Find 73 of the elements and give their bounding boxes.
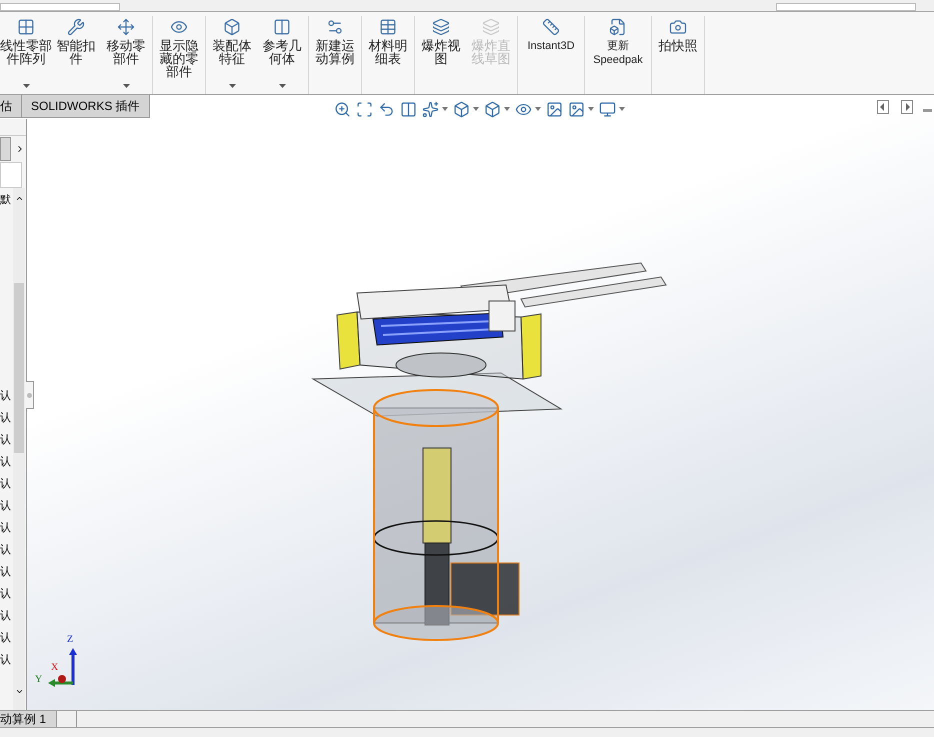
tree-item[interactable]: 默 <box>0 192 12 208</box>
axis-label: Y <box>35 675 42 685</box>
display-style-icon[interactable] <box>484 100 501 118</box>
plane-icon <box>273 18 291 36</box>
table-icon <box>379 18 397 36</box>
tab[interactable]: SOLIDWORKS 插件 <box>22 95 150 118</box>
tree-item[interactable]: 认 <box>0 586 12 608</box>
caret-icon[interactable] <box>618 107 625 111</box>
scroll-down-icon[interactable] <box>14 687 24 696</box>
search-field[interactable] <box>776 3 916 11</box>
tree-item[interactable]: 认 <box>0 410 12 432</box>
eye-icon <box>170 18 188 36</box>
layers-icon <box>432 18 450 36</box>
caret-icon[interactable] <box>228 84 236 88</box>
panel-left-icon[interactable] <box>877 100 889 114</box>
scroll-thumb[interactable] <box>14 283 24 453</box>
caret-icon[interactable] <box>472 107 479 111</box>
section-view-icon[interactable] <box>400 100 417 118</box>
ribbon-button[interactable]: 材料明细表 <box>363 16 413 94</box>
ribbon-button[interactable]: 显示隐藏的零部件 <box>154 16 204 94</box>
camera-icon <box>669 18 687 36</box>
tree-item[interactable]: 认 <box>0 476 12 498</box>
caret-icon[interactable] <box>534 107 541 111</box>
tree-item[interactable]: 认 <box>0 520 12 542</box>
ribbon-button[interactable]: 智能扣件 <box>51 16 101 94</box>
previous-view-icon[interactable] <box>378 100 395 118</box>
ribbon-button[interactable]: 拍快照 <box>653 16 703 94</box>
axis-label: Z <box>67 635 74 645</box>
monitor-icon[interactable] <box>598 100 616 118</box>
caret-icon[interactable] <box>588 107 594 111</box>
tree-item[interactable]: 认 <box>0 542 12 564</box>
ribbon-button[interactable]: 爆炸视图 <box>416 16 466 94</box>
panel-right-icon[interactable] <box>901 100 913 114</box>
splitter-handle[interactable] <box>26 381 34 409</box>
axis-label: X <box>51 663 58 673</box>
layers-icon <box>482 18 500 36</box>
ribbon-button[interactable]: 参考几何体 <box>257 16 307 94</box>
ribbon-button[interactable]: 线性零部件阵列 <box>1 16 51 94</box>
tab[interactable]: 估 <box>0 95 22 118</box>
tab[interactable]: 动算例 1 <box>0 711 58 727</box>
tree-item[interactable]: 认 <box>0 432 12 454</box>
ribbon-button[interactable]: 移动零部件 <box>101 16 151 94</box>
grid-pattern-icon <box>17 18 35 36</box>
view-orientation-icon[interactable] <box>452 100 470 118</box>
scroll-up-icon[interactable] <box>14 194 24 203</box>
caret-icon[interactable] <box>122 84 130 88</box>
axis-arrow-icon <box>47 647 77 687</box>
wrench-icon <box>67 18 85 36</box>
tree-item[interactable]: 认 <box>0 454 12 476</box>
zoom-area-icon[interactable] <box>356 100 373 118</box>
ribbon-button[interactable]: 新建运动算例 <box>310 16 360 94</box>
scrollbar[interactable] <box>13 188 25 710</box>
caret-icon[interactable] <box>442 107 448 111</box>
ribbon-button[interactable]: Instant3D <box>519 16 583 94</box>
cube-icon <box>609 18 627 36</box>
tree-item[interactable]: 认 <box>0 388 12 410</box>
zoom-fit-icon[interactable] <box>334 100 351 118</box>
tree-item[interactable]: 认 <box>0 564 12 586</box>
filter-field[interactable] <box>0 162 22 188</box>
move-icon <box>117 18 135 36</box>
cube-icon <box>223 18 241 36</box>
minimize-icon[interactable] <box>923 108 932 112</box>
tree-item[interactable]: 认 <box>0 630 12 652</box>
ribbon-button[interactable]: 更新 Speedpak <box>586 16 650 94</box>
tree-item[interactable]: 认 <box>0 652 12 674</box>
caret-icon[interactable] <box>22 84 30 88</box>
tree-item[interactable]: 认 <box>0 608 12 630</box>
ruler-icon <box>542 18 560 36</box>
caret-icon[interactable] <box>278 84 286 88</box>
ribbon-button[interactable]: 装配体特征 <box>207 16 257 94</box>
caret-icon[interactable] <box>504 107 510 111</box>
tree-item[interactable]: 认 <box>0 498 12 520</box>
annotation-icon[interactable] <box>422 100 439 118</box>
